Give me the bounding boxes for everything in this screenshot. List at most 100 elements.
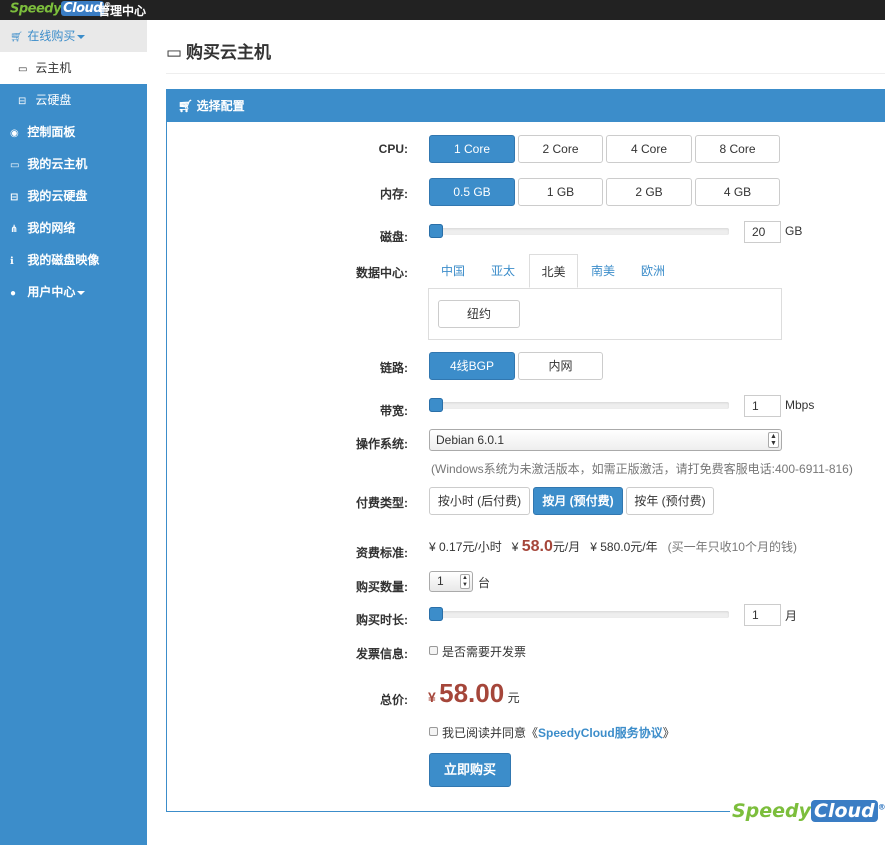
price-monthly-value: 58.0 xyxy=(521,538,553,555)
speedycloud-logo[interactable]: Speedy Cloud ® xyxy=(10,1,111,17)
os-hint: (Windows系统为未激活版本，如需正版激活，请打免费客服电话:400-691… xyxy=(431,462,853,476)
dashboard-icon: ◉ xyxy=(10,128,19,139)
billing-option-yearly[interactable]: 按年 (预付费) xyxy=(626,487,714,515)
cpu-option-2-core[interactable]: 2 Core xyxy=(518,135,603,163)
total-label: 总价: xyxy=(380,693,408,707)
sidebar-item-my-hosts[interactable]: ▭ 我的云主机 xyxy=(0,148,147,180)
bandwidth-slider-handle[interactable] xyxy=(429,398,443,412)
duration-input[interactable]: 1 xyxy=(744,604,781,626)
billing-label: 付费类型: xyxy=(356,496,408,510)
billing-option-monthly[interactable]: 按月 (预付费) xyxy=(533,487,623,515)
tab-north-america[interactable]: 北美 xyxy=(529,254,578,288)
duration-unit: 月 xyxy=(785,609,798,623)
agreement-checkbox[interactable] xyxy=(429,727,438,736)
panel-header: 🛒︎ 选择配置 xyxy=(167,90,885,122)
logo-text-speedy: Speedy xyxy=(10,1,62,17)
bandwidth-label: 带宽: xyxy=(380,404,408,418)
sidebar-item-label: 在线购买 xyxy=(27,29,76,43)
invoice-checkbox-label: 是否需要开发票 xyxy=(442,645,527,659)
duration-slider-handle[interactable] xyxy=(429,607,443,621)
monitor-icon: ▭ xyxy=(10,160,20,171)
price-yearly: ¥ 580.0元/年 xyxy=(590,540,658,554)
info-icon: ℹ xyxy=(10,256,14,267)
disk-slider-handle[interactable] xyxy=(429,224,443,238)
link-label: 链路: xyxy=(380,361,408,375)
sidebar-item-my-images[interactable]: ℹ 我的磁盘映像 xyxy=(0,244,147,276)
agreement-text: 我已阅读并同意《SpeedyCloud服务协议》 xyxy=(442,724,675,741)
cart-icon: 🛒︎ xyxy=(10,32,23,43)
city-option-new-york[interactable]: 纽约 xyxy=(438,300,520,328)
total-unit: 元 xyxy=(507,691,520,705)
sidebar-item-cloud-disk[interactable]: ⊟ 云硬盘 xyxy=(0,84,147,116)
invoice-checkbox[interactable] xyxy=(429,646,438,655)
sidebar-item-label: 控制面板 xyxy=(27,125,76,139)
invoice-label: 发票信息: xyxy=(356,647,408,661)
watermark-text-cloud: Cloud xyxy=(811,800,878,822)
billing-option-hourly[interactable]: 按小时 (后付费) xyxy=(429,487,530,515)
link-option-intranet[interactable]: 内网 xyxy=(518,352,603,380)
tab-asia-pacific[interactable]: 亚太 xyxy=(478,254,528,288)
monitor-icon: ▭ xyxy=(166,43,183,62)
page-title-text: 购买云主机 xyxy=(186,43,271,62)
memory-label: 内存: xyxy=(380,187,408,201)
page-title: ▭ 购买云主机 xyxy=(166,38,271,63)
disk-slider-track[interactable] xyxy=(429,228,729,235)
os-select[interactable]: Debian 6.0.1 ▲ ▼ xyxy=(429,429,782,451)
sidebar-item-my-network[interactable]: ⋔ 我的网络 xyxy=(0,212,147,244)
bandwidth-unit: Mbps xyxy=(785,398,815,412)
cpu-option-1-core[interactable]: 1 Core xyxy=(429,135,515,163)
caret-down-icon xyxy=(77,34,86,39)
quantity-stepper[interactable]: 1 ▲ ▼ xyxy=(429,571,473,592)
total-currency: ¥ xyxy=(428,689,436,705)
disk-icon: ⊟ xyxy=(10,192,19,203)
panel-title: 选择配置 xyxy=(196,99,245,113)
tab-china[interactable]: 中国 xyxy=(428,254,478,288)
price-note: (买一年只收10个月的钱) xyxy=(667,540,797,554)
buy-now-button[interactable]: 立即购买 xyxy=(429,753,511,787)
disk-icon: ⊟ xyxy=(18,96,27,107)
datacenter-label: 数据中心: xyxy=(356,266,408,280)
duration-slider-track[interactable] xyxy=(429,611,729,618)
memory-option-2gb[interactable]: 2 GB xyxy=(606,178,692,206)
sidebar-item-online-purchase[interactable]: 🛒︎ 在线购买 xyxy=(0,20,147,52)
sidebar-item-label: 我的磁盘映像 xyxy=(27,253,100,267)
pricing-label: 资费标准: xyxy=(356,546,408,560)
tab-south-america[interactable]: 南美 xyxy=(578,254,628,288)
bandwidth-input[interactable]: 1 xyxy=(744,395,781,417)
sidebar-item-dashboard[interactable]: ◉ 控制面板 xyxy=(0,116,147,148)
duration-label: 购买时长: xyxy=(356,613,408,627)
price-monthly-suffix: 元/月 xyxy=(552,540,581,554)
sidebar-item-label: 云硬盘 xyxy=(35,93,72,107)
sidebar-item-label: 我的云主机 xyxy=(27,157,88,171)
speedycloud-watermark-logo: Speedy Cloud ® xyxy=(730,800,885,822)
agreement-suffix: 》 xyxy=(662,726,675,740)
sidebar-item-my-disks[interactable]: ⊟ 我的云硬盘 xyxy=(0,180,147,212)
app-title[interactable]: 管理中心 xyxy=(98,2,146,19)
agreement-link[interactable]: SpeedyCloud服务协议 xyxy=(538,726,663,740)
sitemap-icon: ⋔ xyxy=(10,224,19,235)
disk-unit: GB xyxy=(785,224,803,238)
cpu-option-8-core[interactable]: 8 Core xyxy=(695,135,780,163)
price-hourly: ¥ 0.17元/小时 xyxy=(429,540,502,554)
quantity-unit: 台 xyxy=(478,576,491,590)
cpu-option-4-core[interactable]: 4 Core xyxy=(606,135,692,163)
memory-option-0.5gb[interactable]: 0.5 GB xyxy=(429,178,515,206)
watermark-registered-mark: ® xyxy=(877,802,885,812)
tab-europe[interactable]: 欧洲 xyxy=(628,254,678,288)
stepper-arrows-icon[interactable]: ▲ ▼ xyxy=(460,574,470,589)
disk-size-input[interactable]: 20 xyxy=(744,221,781,243)
caret-down-icon xyxy=(77,290,86,295)
quantity-label: 购买数量: xyxy=(356,580,408,594)
memory-option-4gb[interactable]: 4 GB xyxy=(695,178,780,206)
divider xyxy=(166,73,885,74)
sidebar-item-label: 用户中心 xyxy=(27,285,76,299)
os-label: 操作系统: xyxy=(356,437,408,451)
link-option-bgp[interactable]: 4线BGP xyxy=(429,352,515,380)
pricing-row: ¥ 0.17元/小时 ¥ 58.0元/月 ¥ 580.0元/年 (买一年只收10… xyxy=(429,538,797,556)
bandwidth-slider-track[interactable] xyxy=(429,402,729,409)
memory-option-1gb[interactable]: 1 GB xyxy=(518,178,603,206)
price-monthly-prefix: ¥ xyxy=(511,540,519,554)
sidebar-item-label: 我的网络 xyxy=(27,221,76,235)
sidebar-item-cloud-host[interactable]: ▭ 云主机 xyxy=(0,52,147,84)
sidebar-item-user-center[interactable]: ● 用户中心 xyxy=(0,276,147,308)
